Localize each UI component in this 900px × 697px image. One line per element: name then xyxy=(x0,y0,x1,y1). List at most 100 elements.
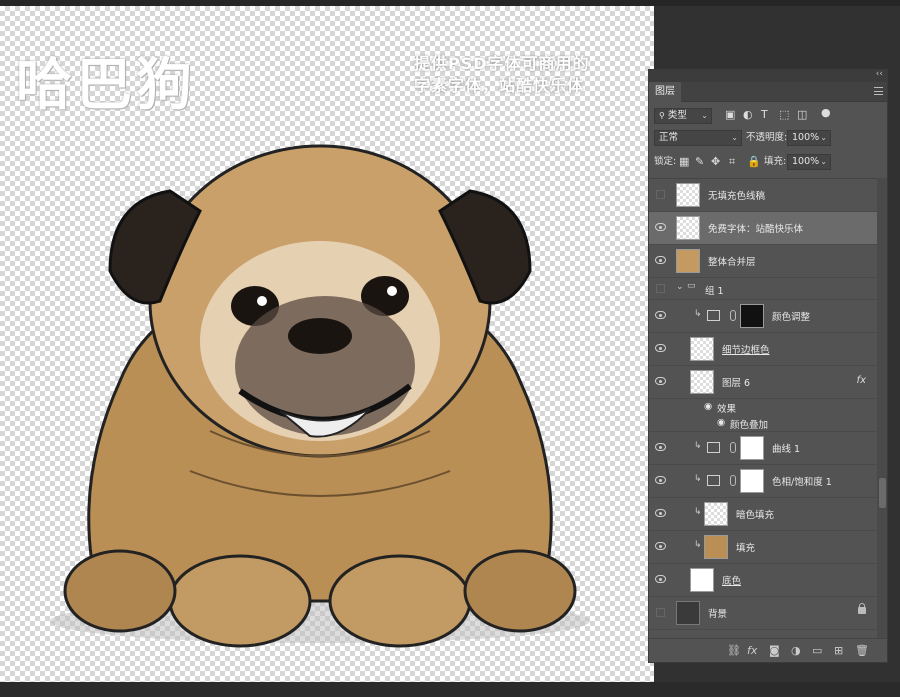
opacity-input[interactable]: 100% ⌄ xyxy=(787,130,831,146)
clip-arrow-icon: ↳ xyxy=(694,309,702,319)
new-layer-icon[interactable]: ⊞ xyxy=(834,644,843,657)
folder-icon: ▭ xyxy=(687,281,696,291)
layer-thumbnail xyxy=(676,183,700,207)
effects-row[interactable]: ◉ 效果 xyxy=(649,399,878,415)
promo-text-line2: 字素字体，站酷快乐体 xyxy=(414,76,585,95)
layer-name: 细节边框色 xyxy=(722,345,770,356)
status-bar xyxy=(0,682,900,697)
chevron-down-icon[interactable]: ⌄ xyxy=(676,282,684,292)
effect-item-row[interactable]: ◉ 颜色叠加 xyxy=(649,415,878,432)
eye-icon[interactable] xyxy=(655,575,666,583)
eye-icon[interactable] xyxy=(655,542,666,550)
layer-row[interactable]: ↳ 色相/饱和度 1 xyxy=(649,465,878,498)
filter-kind-select[interactable]: ⚲ 类型 ⌄ xyxy=(654,108,712,124)
layer-row-selected[interactable]: 免费字体：站酷快乐体 xyxy=(649,212,878,245)
search-icon: ⚲ xyxy=(659,111,665,120)
group-row[interactable]: ⌄ ▭ 组 1 xyxy=(649,278,878,300)
visibility-toggle[interactable] xyxy=(656,190,665,199)
filter-shape-icon[interactable]: ⬚ xyxy=(779,108,789,122)
layer-row[interactable]: ↳ 填充 xyxy=(649,531,878,564)
hue-saturation-icon xyxy=(707,475,720,486)
fx-icon[interactable]: fx xyxy=(747,644,757,657)
layer-thumbnail xyxy=(704,502,728,526)
panel-header: ‹‹ xyxy=(649,69,887,82)
eye-icon[interactable] xyxy=(655,223,666,231)
adjustment-icon[interactable]: ◑ xyxy=(791,644,801,657)
filter-smartobject-icon[interactable]: ◫ xyxy=(797,108,807,122)
fill-value: 100% xyxy=(792,156,820,167)
pug-illustration xyxy=(50,144,590,648)
blend-mode-label: 正常 xyxy=(659,132,679,143)
layer-row[interactable]: 无填充色线稿 xyxy=(649,179,878,212)
eye-icon[interactable] xyxy=(655,256,666,264)
eye-icon[interactable] xyxy=(655,476,666,484)
tab-layers[interactable]: 图层 xyxy=(649,82,681,102)
blend-row: 正常 ⌄ 不透明度: 100% ⌄ xyxy=(649,126,887,150)
mask-icon[interactable]: ◙ xyxy=(769,644,780,657)
eye-icon[interactable] xyxy=(655,344,666,352)
fill-label: 填充: xyxy=(764,156,787,167)
layer-name: 背景 xyxy=(708,609,728,620)
layer-row[interactable]: 底色 xyxy=(649,564,878,597)
filter-adjustment-icon[interactable]: ◐ xyxy=(743,108,753,122)
eye-icon[interactable] xyxy=(655,443,666,451)
lock-artboard-icon[interactable]: ⌗ xyxy=(729,155,735,169)
filter-toggle-icon[interactable]: ● xyxy=(821,106,831,120)
lock-all-icon[interactable]: 🔒 xyxy=(747,155,761,169)
lock-move-icon[interactable]: ✥ xyxy=(711,155,720,169)
chevron-down-icon: ⌄ xyxy=(731,133,738,142)
eye-icon[interactable] xyxy=(655,311,666,319)
eye-icon[interactable] xyxy=(655,509,666,517)
adjustment-icon xyxy=(707,310,720,321)
eye-icon[interactable]: ◉ xyxy=(704,401,712,412)
layer-row[interactable]: ↳ 暗色填充 xyxy=(649,498,878,531)
filter-image-icon[interactable]: ▣ xyxy=(725,108,735,122)
fx-icon[interactable]: fx xyxy=(857,375,866,386)
scrollbar-thumb[interactable] xyxy=(879,478,886,508)
layer-name: 整体合并层 xyxy=(708,257,756,268)
visibility-toggle[interactable] xyxy=(656,284,665,293)
link-icon[interactable] xyxy=(730,310,736,321)
layer-row[interactable]: 图层 6 fx xyxy=(649,366,878,399)
layer-name: 图层 6 xyxy=(722,378,751,389)
eye-icon[interactable]: ◉ xyxy=(717,417,725,428)
clip-arrow-icon: ↳ xyxy=(694,507,702,517)
document-canvas[interactable]: 哈巴狗 提供PSD字体可商用的 字素字体，站酷快乐体 xyxy=(0,6,654,682)
layer-row[interactable]: ↳ 曲线 1 xyxy=(649,432,878,465)
link-icon[interactable] xyxy=(730,475,736,486)
layer-name: 色相/饱和度 1 xyxy=(772,477,832,488)
filter-type-icon[interactable]: T xyxy=(761,108,768,122)
link-icon[interactable]: ⛓ xyxy=(727,644,741,657)
layer-row[interactable]: 整体合并层 xyxy=(649,245,878,278)
link-icon[interactable] xyxy=(730,442,736,453)
layer-row[interactable]: 背景 xyxy=(649,597,878,630)
folder-icon[interactable]: ▭ xyxy=(812,644,822,657)
opacity-value: 100% xyxy=(792,132,820,143)
panel-menu-icon[interactable] xyxy=(874,87,883,95)
blend-mode-select[interactable]: 正常 ⌄ xyxy=(654,130,742,146)
layers-panel: ‹‹ 图层 ⚲ 类型 ⌄ ▣ ◐ T ⬚ ◫ ● 正常 ⌄ 不透明度: 100%… xyxy=(648,69,888,663)
layer-row[interactable]: 细节边框色 xyxy=(649,333,878,366)
collapse-panel-icon[interactable]: ‹‹ xyxy=(876,69,883,79)
lock-label: 锁定: xyxy=(654,156,677,167)
trash-icon[interactable]: 🗑 xyxy=(855,644,869,657)
layer-thumbnail xyxy=(704,535,728,559)
group-name: 组 1 xyxy=(705,286,724,297)
visibility-toggle[interactable] xyxy=(656,608,665,617)
eye-icon[interactable] xyxy=(655,377,666,385)
layer-name: 底色 xyxy=(722,576,742,587)
layer-name: 无填充色线稿 xyxy=(708,191,766,202)
layer-name: 暗色填充 xyxy=(736,510,775,521)
layer-row[interactable]: ↳ 颜色调整 xyxy=(649,300,878,333)
layer-name: 填充 xyxy=(736,543,756,554)
layer-thumbnail xyxy=(676,216,700,240)
lock-paint-icon[interactable]: ✎ xyxy=(695,155,704,169)
chevron-down-icon: ⌄ xyxy=(820,133,827,142)
layers-scrollbar[interactable] xyxy=(877,178,887,638)
fill-input[interactable]: 100% ⌄ xyxy=(787,154,831,170)
panel-footer: ⛓ fx ◙ ◑ ▭ ⊞ 🗑 xyxy=(649,638,887,662)
lock-transparent-icon[interactable]: ▦ xyxy=(679,155,689,169)
layer-mask-thumbnail xyxy=(740,304,764,328)
clip-arrow-icon: ↳ xyxy=(694,540,702,550)
layer-thumbnail xyxy=(690,337,714,361)
